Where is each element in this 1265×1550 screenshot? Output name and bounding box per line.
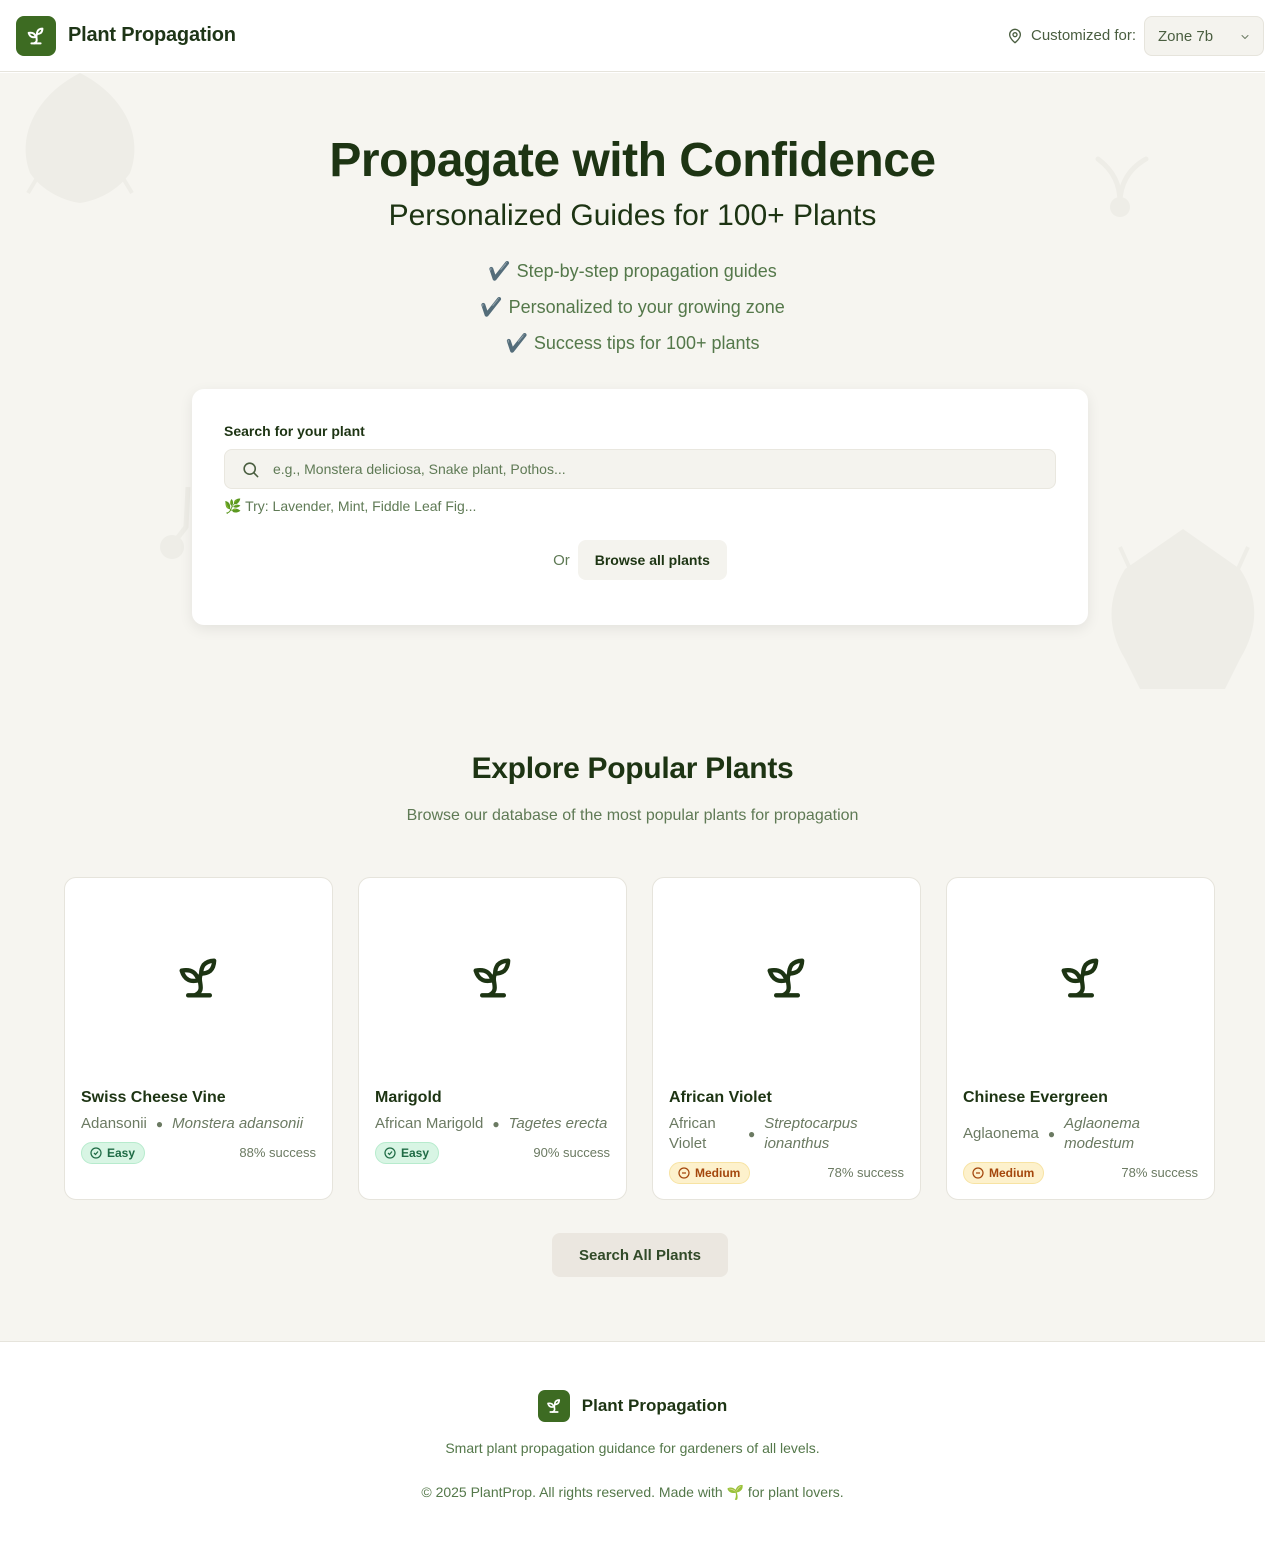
browse-all-plants-button[interactable]: Browse all plants: [577, 540, 727, 580]
separator-dot: ●: [492, 1117, 500, 1131]
plant-name: Swiss Cheese Vine: [81, 1089, 226, 1106]
separator-dot: ●: [155, 1117, 164, 1131]
footer-tagline: Smart plant propagation guidance for gar…: [445, 1440, 820, 1456]
footer-logo: [537, 1390, 570, 1422]
plant-image: [947, 878, 1214, 1078]
top-header: Plant Propagation Customized for: Zone 7…: [0, 0, 1265, 72]
plant-card[interactable]: Chinese Evergreen Aglaonema ● Aglaonema …: [946, 877, 1215, 1200]
or-text: Or: [553, 551, 570, 569]
footer-brand: Plant Propagation: [0, 1390, 1265, 1422]
search-input[interactable]: [273, 450, 1043, 488]
hero-section: Propagate with Confidence Personalized G…: [0, 73, 1265, 1341]
feature-item: ✔️ Personalized to your growing zone: [480, 297, 785, 317]
difficulty-badge: Easy: [81, 1142, 146, 1164]
minus-circle-icon: [678, 1167, 690, 1179]
plant-scientific-name: Monstera adansonii: [172, 1115, 304, 1132]
hero-title: Propagate with Confidence: [329, 134, 936, 187]
search-suggestions: 🌿 Try: Lavender, Mint, Fiddle Leaf Fig..…: [224, 498, 477, 514]
separator-dot: ●: [748, 1127, 756, 1141]
search-card: Search for your plant 🌿 Try: Lavender, M…: [192, 389, 1088, 625]
plant-scientific-name: Tagetes erecta: [508, 1115, 608, 1132]
plant-name: Marigold: [375, 1089, 442, 1106]
explore-title: Explore Popular Plants: [471, 752, 794, 785]
search-label: Search for your plant: [224, 423, 365, 439]
footer-copyright: © 2025 PlantProp. All rights reserved. M…: [421, 1484, 844, 1500]
sprout-icon: [473, 958, 510, 998]
sprout-icon: [546, 1399, 560, 1413]
sprout-icon: [27, 27, 44, 45]
success-rate: 78% success: [827, 1165, 904, 1180]
check-circle-icon: [90, 1147, 102, 1159]
plant-name: African Violet: [669, 1089, 772, 1106]
plant-image: [65, 878, 332, 1078]
app-title[interactable]: Plant Propagation: [68, 24, 236, 47]
chevron-down-icon: [1241, 35, 1249, 39]
check-icon: ✔️: [480, 297, 503, 317]
feature-list: ✔️ Step-by-step propagation guides ✔️ Pers…: [0, 259, 1265, 367]
footer-title: Plant Propagation: [581, 1396, 728, 1415]
search-box[interactable]: [224, 449, 1056, 489]
plant-image: [653, 878, 920, 1078]
map-pin-icon: [1009, 28, 1021, 44]
search-icon: [243, 462, 259, 478]
separator-dot: ●: [1047, 1127, 1056, 1141]
success-rate: 90% success: [533, 1145, 610, 1160]
plant-scientific-name: Streptocarpus ionanthus: [764, 1115, 858, 1152]
zone-select[interactable]: Zone 7b: [1144, 16, 1264, 56]
feature-item: ✔️ Step-by-step propagation guides: [488, 261, 777, 281]
plant-common-name: African Marigold: [375, 1115, 484, 1132]
zone-select-value: Zone 7b: [1158, 27, 1214, 45]
plant-image: [359, 878, 626, 1078]
difficulty-badge: Easy: [375, 1142, 440, 1164]
plant-scientific-name: Aglaonema modestum: [1064, 1115, 1141, 1152]
footer: Plant Propagation Smart plant propagatio…: [0, 1341, 1265, 1550]
explore-subtitle: Browse our database of the most popular …: [406, 807, 859, 824]
feature-item: ✔️ Success tips for 100+ plants: [505, 333, 760, 353]
plant-common-name: Aglaonema: [963, 1125, 1039, 1142]
plant-subnames: Adansonii ● Monstera adansonii: [81, 1114, 317, 1134]
hero-subtitle: Personalized Guides for 100+ Plants: [388, 199, 877, 232]
plant-common-name: African Violet: [669, 1115, 716, 1152]
plant-card[interactable]: African Violet African Violet ● Streptoc…: [652, 877, 921, 1200]
plant-card[interactable]: Marigold African Marigold ● Tagetes erec…: [358, 877, 627, 1200]
browse-row: Or Browse all plants: [192, 540, 1088, 580]
plant-common-name: Adansonii: [81, 1115, 147, 1132]
plant-subnames: Aglaonema ● Aglaonema modestum: [963, 1114, 1199, 1154]
sprout-icon: [1061, 958, 1098, 998]
check-icon: ✔️: [488, 261, 511, 281]
check-circle-icon: [384, 1147, 396, 1159]
minus-circle-icon: [972, 1167, 984, 1179]
difficulty-badge: Medium: [669, 1162, 751, 1184]
plant-card[interactable]: Swiss Cheese Vine Adansonii ● Monstera a…: [64, 877, 333, 1200]
success-rate: 88% success: [239, 1145, 316, 1160]
search-all-plants-button[interactable]: Search All Plants: [552, 1233, 728, 1277]
plant-name: Chinese Evergreen: [963, 1089, 1108, 1106]
check-icon: ✔️: [505, 333, 528, 353]
success-rate: 78% success: [1121, 1165, 1198, 1180]
plant-subnames: African Violet ● Streptocarpus ionanthus: [669, 1114, 905, 1154]
plant-subnames: African Marigold ● Tagetes erecta: [375, 1114, 611, 1134]
app-logo[interactable]: [16, 16, 56, 56]
difficulty-badge: Medium: [963, 1162, 1045, 1184]
sprout-icon: [767, 958, 804, 998]
sprout-icon: [179, 958, 216, 998]
leaf-decoration-icon: [1111, 529, 1255, 689]
customized-for-label: Customized for:: [1031, 27, 1137, 44]
